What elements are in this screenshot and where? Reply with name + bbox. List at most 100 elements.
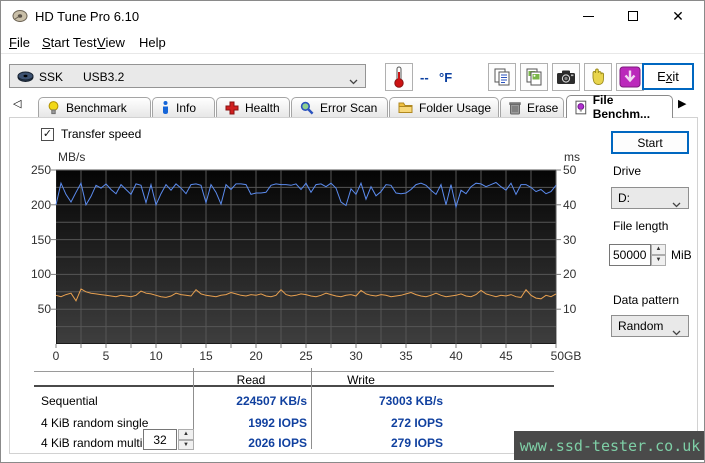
camera-icon: [556, 69, 576, 85]
minimize-button[interactable]: [566, 1, 610, 31]
drive-model: USB3.2: [83, 70, 124, 84]
benchmark-chart: [56, 170, 556, 344]
y-right-tick: 30: [563, 233, 593, 247]
app-disk-icon: [12, 9, 28, 26]
sequential-read-value: 224507 KB/s: [191, 394, 307, 408]
tab-benchmark[interactable]: Benchmark: [38, 97, 151, 117]
x-tick: 0: [38, 349, 74, 363]
tab-erase[interactable]: Erase: [500, 97, 564, 117]
tab-label: Benchmark: [66, 101, 127, 115]
tab-folder-usage[interactable]: Folder Usage: [389, 97, 499, 117]
tab-scroll-left-icon[interactable]: ◁: [13, 99, 21, 110]
x-tick: 20: [238, 349, 274, 363]
x-tick: 25: [288, 349, 324, 363]
y-right-tick: 10: [563, 302, 593, 316]
random-single-write-value: 272 IOPS: [331, 416, 443, 430]
tab-error-scan[interactable]: Error Scan: [291, 97, 388, 117]
y-left-unit-label: MB/s: [58, 150, 85, 164]
checkbox-check-icon[interactable]: ✓: [41, 128, 54, 141]
random-single-read-value: 1992 IOPS: [191, 416, 307, 430]
window-title: HD Tune Pro 6.10: [35, 9, 139, 24]
menu-file[interactable]: File: [9, 35, 30, 50]
menu-start-test[interactable]: Start Test: [42, 35, 97, 50]
drive-label: Drive: [613, 164, 641, 178]
transfer-speed-label: Transfer speed: [61, 127, 141, 141]
menu-view[interactable]: View: [97, 35, 125, 50]
x-tick: 35: [388, 349, 424, 363]
file-length-stepper: ▲ ▼: [651, 244, 666, 266]
x-tick: 50GB: [542, 349, 590, 363]
copy-image-button[interactable]: [520, 63, 548, 91]
queue-depth-input[interactable]: [143, 429, 177, 450]
benchmark-bulb-icon: [47, 101, 60, 115]
temperature-button[interactable]: [385, 63, 413, 91]
folder-icon: [398, 101, 413, 114]
watermark-banner: www.ssd-tester.co.uk: [514, 431, 705, 460]
tab-label: File Benchm...: [593, 93, 672, 121]
random-multi-write-value: 279 IOPS: [331, 436, 443, 450]
x-tick: 10: [138, 349, 174, 363]
download-icon: [619, 66, 641, 88]
tab-label: Erase: [527, 101, 558, 115]
spin-up-icon[interactable]: ▲: [651, 244, 666, 255]
file-benchmark-icon: [575, 100, 587, 115]
y-right-tick: 40: [563, 198, 593, 212]
file-length-unit: MiB: [671, 248, 692, 262]
read-column-header: Read: [193, 373, 309, 387]
spin-down-icon[interactable]: ▼: [651, 255, 666, 266]
drive-dropdown[interactable]: D:: [611, 187, 689, 209]
save-results-button[interactable]: [616, 63, 644, 91]
hdtune-window: HD Tune Pro 6.10 ✕ File Start Test View …: [0, 0, 705, 463]
y-left-tick: 250: [23, 163, 51, 177]
error-scan-magnifier-icon: [300, 101, 314, 115]
y-right-unit-label: ms: [564, 150, 580, 164]
file-length-input[interactable]: [609, 244, 651, 266]
y-right-tick: 20: [563, 267, 593, 281]
health-cross-icon: [225, 101, 239, 115]
row-label-random-single: 4 KiB random single: [41, 416, 148, 430]
titlebar: HD Tune Pro 6.10 ✕: [1, 1, 705, 31]
file-length-label: File length: [613, 219, 668, 233]
x-tick: 45: [488, 349, 524, 363]
tab-label: Info: [176, 101, 196, 115]
write-column-header: Write: [313, 373, 409, 387]
drive-disk-icon: [17, 71, 34, 86]
close-icon: ✕: [672, 9, 684, 23]
drive-select-combobox[interactable]: SSK USB3.2: [9, 64, 366, 88]
transfer-speed-checkbox[interactable]: ✓ Transfer speed: [41, 127, 141, 141]
maximize-button[interactable]: [611, 1, 655, 31]
maximize-icon: [628, 11, 638, 21]
data-pattern-dropdown[interactable]: Random: [611, 315, 689, 337]
sequential-write-value: 73003 KB/s: [331, 394, 443, 408]
trash-icon: [509, 101, 521, 115]
results-col-separator: [311, 368, 312, 449]
results-top-rule: [34, 371, 554, 372]
add-test-button[interactable]: [584, 63, 612, 91]
start-button[interactable]: Start: [611, 131, 689, 154]
close-button[interactable]: ✕: [656, 1, 700, 31]
x-tick: 30: [338, 349, 374, 363]
temperature-value: --: [420, 70, 429, 85]
y-right-tick: 50: [563, 163, 593, 177]
chevron-down-icon: [672, 325, 681, 339]
copy-text-button[interactable]: [488, 63, 516, 91]
temperature-unit: °F: [439, 70, 452, 85]
tab-scroll-right-icon[interactable]: ▶: [678, 99, 686, 110]
spin-down-icon[interactable]: ▼: [178, 440, 194, 451]
copy-text-icon: [492, 67, 512, 87]
x-tick: 40: [438, 349, 474, 363]
y-left-tick: 150: [23, 233, 51, 247]
menu-help[interactable]: Help: [139, 35, 166, 50]
spin-up-icon[interactable]: ▲: [178, 429, 194, 440]
y-left-tick: 100: [23, 267, 51, 281]
thermometer-icon: [393, 66, 405, 88]
tab-label: Error Scan: [320, 101, 377, 115]
exit-button[interactable]: Exit: [642, 63, 694, 90]
copy-image-icon: [524, 67, 544, 87]
x-tick: 5: [88, 349, 124, 363]
tab-file-benchmark[interactable]: File Benchm...: [566, 95, 673, 118]
tab-health[interactable]: Health: [216, 97, 290, 117]
drive-vendor: SSK: [39, 70, 63, 84]
screenshot-button[interactable]: [552, 63, 580, 91]
tab-info[interactable]: Info: [152, 97, 215, 117]
